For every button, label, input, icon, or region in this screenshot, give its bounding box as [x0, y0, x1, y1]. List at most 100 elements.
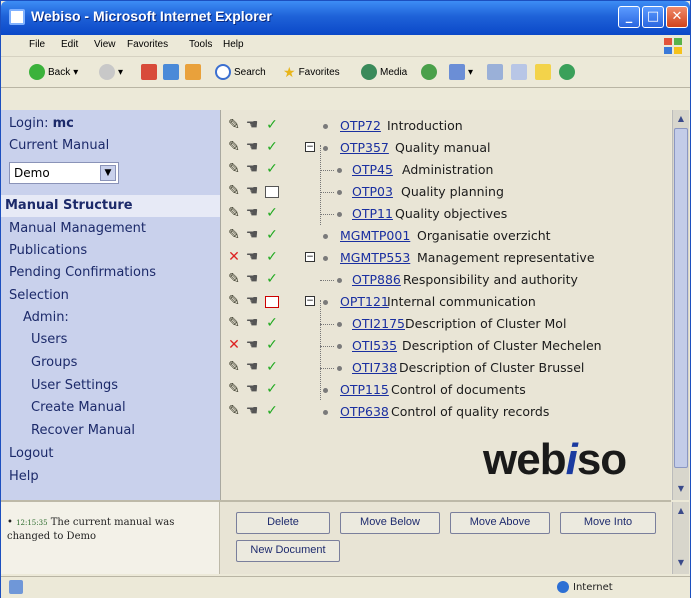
menu-tools[interactable]: Tools — [189, 39, 212, 50]
hand-icon[interactable]: ☚ — [245, 404, 259, 418]
sidebar-item-help[interactable]: Help — [9, 469, 39, 484]
hand-icon[interactable]: ☚ — [245, 140, 259, 154]
approved-check-icon: ✓ — [266, 205, 278, 221]
sidebar-item-create-manual[interactable]: Create Manual — [31, 400, 126, 415]
scroll-up-arrow-icon[interactable]: ▲ — [674, 504, 688, 518]
menu-favorites[interactable]: Favorites — [127, 39, 168, 50]
edit-pencil-icon[interactable]: ✎ — [227, 184, 241, 198]
hand-icon[interactable]: ☚ — [245, 118, 259, 132]
scroll-thumb[interactable] — [674, 128, 688, 468]
sidebar-item-manual-structure[interactable]: Manual Structure — [5, 198, 133, 213]
close-button[interactable]: ✕ — [666, 6, 688, 28]
edit-pencil-icon[interactable]: ✎ — [227, 118, 241, 132]
document-code-link[interactable]: MGMTP553 — [340, 250, 410, 265]
document-code-link[interactable]: OTP357 — [340, 140, 389, 155]
stop-button[interactable] — [141, 64, 157, 80]
document-code-link[interactable]: MGMTP001 — [340, 228, 410, 243]
document-code-link[interactable]: OPT121 — [340, 294, 389, 309]
delete-button[interactable]: Delete — [236, 512, 330, 534]
sidebar-item-recover-manual[interactable]: Recover Manual — [31, 423, 135, 438]
browser-window: Webiso - Microsoft Internet Explorer _ □… — [0, 0, 691, 598]
forward-button[interactable]: ▾ — [99, 64, 123, 80]
maximize-button[interactable]: □ — [642, 6, 664, 28]
document-code-link[interactable]: OTP638 — [340, 404, 389, 419]
sidebar-item-user-settings[interactable]: User Settings — [31, 378, 118, 393]
scroll-down-arrow-icon[interactable]: ▼ — [674, 482, 688, 496]
hand-icon[interactable]: ☚ — [245, 184, 259, 198]
document-code-link[interactable]: OTP886 — [352, 272, 401, 287]
sidebar-item-selection[interactable]: Selection — [9, 288, 69, 303]
document-code-link[interactable]: OTI738 — [352, 360, 397, 375]
document-code-link[interactable]: OTP72 — [340, 118, 381, 133]
manual-select[interactable]: Demo ▼ — [9, 162, 119, 184]
sidebar-item-groups[interactable]: Groups — [31, 355, 77, 370]
document-code-link[interactable]: OTP03 — [352, 184, 393, 199]
edit-pencil-icon[interactable]: ✎ — [227, 140, 241, 154]
move-into-button[interactable]: Move Into — [560, 512, 656, 534]
edit-pencil-icon[interactable]: ✎ — [227, 272, 241, 286]
sidebar-item-pending-confirmations[interactable]: Pending Confirmations — [9, 265, 156, 280]
menu-file[interactable]: File — [29, 39, 45, 50]
document-code-link[interactable]: OTP45 — [352, 162, 393, 177]
hand-icon[interactable]: ☚ — [245, 272, 259, 286]
discuss-button[interactable] — [535, 64, 551, 80]
document-code-link[interactable]: OTI535 — [352, 338, 397, 353]
sidebar-item-logout[interactable]: Logout — [9, 446, 54, 461]
edit-pencil-icon[interactable]: ✎ — [227, 294, 241, 308]
hand-icon[interactable]: ☚ — [245, 360, 259, 374]
document-code-link[interactable]: OTI2175 — [352, 316, 405, 331]
edit-pencil-icon[interactable]: ✎ — [227, 360, 241, 374]
print-button[interactable] — [487, 64, 503, 80]
login-user: mc — [52, 116, 74, 131]
move-below-button[interactable]: Move Below — [340, 512, 440, 534]
new-document-button[interactable]: New Document — [236, 540, 340, 562]
sidebar-item-users[interactable]: Users — [31, 332, 67, 347]
media-button[interactable]: Media — [361, 64, 407, 80]
back-button[interactable]: Back ▾ — [29, 64, 78, 80]
minimize-button[interactable]: _ — [618, 6, 640, 28]
edit-pencil-icon[interactable]: ✎ — [227, 382, 241, 396]
edit-pencil-icon[interactable]: ✎ — [227, 404, 241, 418]
menu-help[interactable]: Help — [223, 39, 244, 50]
edit-pencil-icon[interactable]: ✎ — [227, 162, 241, 176]
edit-pencil-icon[interactable]: ✎ — [227, 228, 241, 242]
edit-pencil-icon[interactable]: ✎ — [227, 316, 241, 330]
edit-pencil-icon[interactable]: ✎ — [227, 206, 241, 220]
hand-icon[interactable]: ☚ — [245, 228, 259, 242]
history-button[interactable] — [421, 64, 437, 80]
tree-scrollbar[interactable]: ▲ ▼ — [672, 110, 689, 500]
search-button[interactable]: Search — [215, 64, 266, 80]
button-pane-scrollbar[interactable]: ▲ ▼ — [672, 502, 689, 574]
hand-icon[interactable]: ☚ — [245, 294, 259, 308]
hand-icon[interactable]: ☚ — [245, 316, 259, 330]
hand-icon[interactable]: ☚ — [245, 162, 259, 176]
collapse-toggle-icon[interactable]: − — [305, 142, 315, 152]
document-code-link[interactable]: OTP115 — [340, 382, 389, 397]
messenger-button[interactable] — [559, 64, 575, 80]
refresh-button[interactable] — [163, 64, 179, 80]
document-code-link[interactable]: OTP11 — [352, 206, 393, 221]
scroll-down-arrow-icon[interactable]: ▼ — [674, 556, 688, 570]
menu-edit[interactable]: Edit — [61, 39, 78, 50]
hand-icon[interactable]: ☚ — [245, 338, 259, 352]
sidebar-item-publications[interactable]: Publications — [9, 243, 87, 258]
delete-x-icon[interactable]: ✕ — [227, 250, 241, 264]
sidebar-item-manual-management[interactable]: Manual Management — [9, 221, 146, 236]
mail-button[interactable]: ▾ — [449, 64, 473, 80]
tree-row: ✎ ☚ ✓ OTP45 Administration — [227, 159, 667, 181]
hand-icon[interactable]: ☚ — [245, 382, 259, 396]
menu-view[interactable]: View — [94, 39, 116, 50]
scroll-up-arrow-icon[interactable]: ▲ — [674, 112, 688, 126]
media-icon — [361, 64, 377, 80]
hand-icon[interactable]: ☚ — [245, 206, 259, 220]
edit-page-button[interactable] — [511, 64, 527, 80]
collapse-toggle-icon[interactable]: − — [305, 296, 315, 306]
history-icon — [421, 64, 437, 80]
hand-icon[interactable]: ☚ — [245, 250, 259, 264]
delete-x-icon[interactable]: ✕ — [227, 338, 241, 352]
document-title: Quality planning — [401, 184, 504, 199]
home-button[interactable] — [185, 64, 201, 80]
move-above-button[interactable]: Move Above — [450, 512, 550, 534]
favorites-button[interactable]: ★ Favorites — [283, 64, 340, 81]
collapse-toggle-icon[interactable]: − — [305, 252, 315, 262]
